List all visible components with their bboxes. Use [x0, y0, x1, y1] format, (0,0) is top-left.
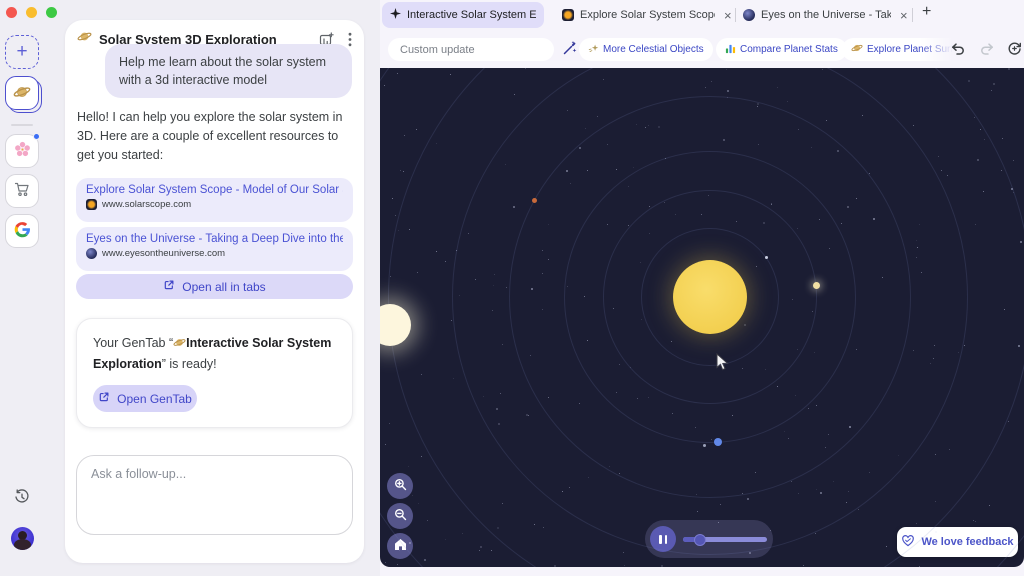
solarscope-favicon: [562, 9, 574, 21]
external-link-icon: [163, 279, 175, 294]
planet-earth: [714, 438, 722, 446]
close-tab-button[interactable]: ×: [898, 9, 910, 22]
sidebar-item-solar-system[interactable]: [5, 76, 39, 110]
chat-panel: Solar System 3D Exploration Help me lear…: [65, 20, 364, 563]
link-card-solarscope[interactable]: Explore Solar System Scope - Model of Ou…: [76, 178, 353, 222]
tab-title: Interactive Solar System Explor...: [407, 9, 536, 21]
user-avatar[interactable]: [11, 527, 34, 550]
open-all-label: Open all in tabs: [182, 280, 265, 294]
chat-menu-button[interactable]: [348, 32, 352, 47]
cart-icon: [14, 181, 31, 201]
undo-button[interactable]: [947, 39, 969, 61]
app-window: + Solar System 3D Explo: [0, 0, 1024, 576]
gentab-ready-card: Your GenTab “Interactive Solar System Ex…: [76, 318, 353, 428]
sidebar-item-google[interactable]: [5, 214, 39, 248]
google-g-icon: [14, 221, 31, 241]
plus-icon: +: [16, 42, 27, 61]
external-link-icon: [98, 391, 110, 406]
tab-title: Explore Solar System Scope -: [580, 9, 715, 21]
browser-region: Interactive Solar System Explor... Explo…: [380, 0, 1024, 576]
saturn-icon: [851, 42, 863, 57]
redo-icon: [979, 41, 995, 60]
history-button[interactable]: [11, 487, 33, 509]
open-gentab-label: Open GenTab: [117, 392, 192, 406]
sparkle-star-icon: [390, 6, 401, 24]
user-message: Help me learn about the solar system wit…: [105, 44, 352, 98]
tab-title: Eyes on the Universe - Taking: [761, 9, 891, 21]
sun: [673, 260, 747, 334]
refresh-plus-icon: [1006, 40, 1023, 60]
planet-favicon: [86, 248, 97, 259]
assistant-message: Hello! I can help you explore the solar …: [77, 108, 353, 164]
saturn-icon: [13, 83, 31, 104]
sidebar-item-blossom[interactable]: [5, 134, 39, 168]
tab-separator: [912, 8, 913, 22]
open-all-in-tabs-button[interactable]: Open all in tabs: [76, 274, 353, 299]
sidebar-item-shopping[interactable]: [5, 174, 39, 208]
saturn-icon: [77, 29, 92, 49]
close-tab-button[interactable]: ×: [722, 9, 734, 22]
link-card-eyes-universe[interactable]: Eyes on the Universe - Taking a Deep Div…: [76, 227, 353, 271]
regenerate-button[interactable]: [1003, 39, 1024, 61]
link-url: www.eyesontheuniverse.com: [102, 248, 225, 259]
followup-input[interactable]: [76, 455, 353, 535]
open-gentab-button[interactable]: Open GenTab: [93, 385, 197, 412]
gentab-text: Your GenTab “Interactive Solar System Ex…: [93, 334, 336, 374]
redo-button[interactable]: [976, 39, 998, 61]
planet-venus: [813, 282, 820, 289]
tab-eyes-on-universe[interactable]: Eyes on the Universe - Taking ×: [743, 0, 910, 30]
solar-canvas[interactable]: We love feedback: [380, 68, 1024, 567]
link-title[interactable]: Eyes on the Universe - Taking a Deep Div…: [86, 233, 343, 245]
new-chat-button[interactable]: +: [5, 35, 39, 69]
link-url: www.solarscope.com: [102, 199, 191, 210]
new-tab-button[interactable]: +: [922, 3, 931, 21]
planet-mercury: [765, 256, 768, 259]
compare-planet-stats-button[interactable]: Compare Planet Stats: [716, 38, 847, 61]
solarscope-favicon: [86, 199, 97, 210]
saturn-icon: [173, 336, 186, 355]
shooting-star-icon: [588, 43, 599, 57]
zoom-window-button[interactable]: [46, 7, 57, 18]
blossom-icon: [14, 141, 31, 161]
window-controls: [6, 7, 57, 18]
tab-separator: [735, 8, 736, 22]
tab-bar: Interactive Solar System Explor... Explo…: [380, 0, 1024, 30]
magic-wand-icon: [562, 40, 578, 59]
notification-dot: [33, 133, 40, 140]
undo-icon: [950, 41, 966, 60]
tab-interactive-solar-system[interactable]: Interactive Solar System Explor...: [382, 2, 544, 28]
history-icon: [14, 489, 30, 508]
link-title[interactable]: Explore Solar System Scope - Model of Ou…: [86, 184, 343, 196]
planet-moon: [703, 444, 706, 447]
button-label: Compare Planet Stats: [740, 44, 838, 55]
close-window-button[interactable]: [6, 7, 17, 18]
button-label: More Celestial Objects: [603, 44, 704, 55]
custom-update-input[interactable]: [388, 38, 554, 61]
bar-chart-icon: [725, 43, 736, 57]
planet-mars: [532, 198, 537, 203]
gentab-toolbar: More Celestial Objects Compare Planet St…: [380, 30, 1024, 68]
more-celestial-objects-button[interactable]: More Celestial Objects: [579, 38, 713, 61]
planet-favicon: [743, 9, 755, 21]
tab-solar-system-scope[interactable]: Explore Solar System Scope - ×: [562, 0, 734, 30]
minimize-window-button[interactable]: [26, 7, 37, 18]
rail-divider: [11, 124, 33, 126]
